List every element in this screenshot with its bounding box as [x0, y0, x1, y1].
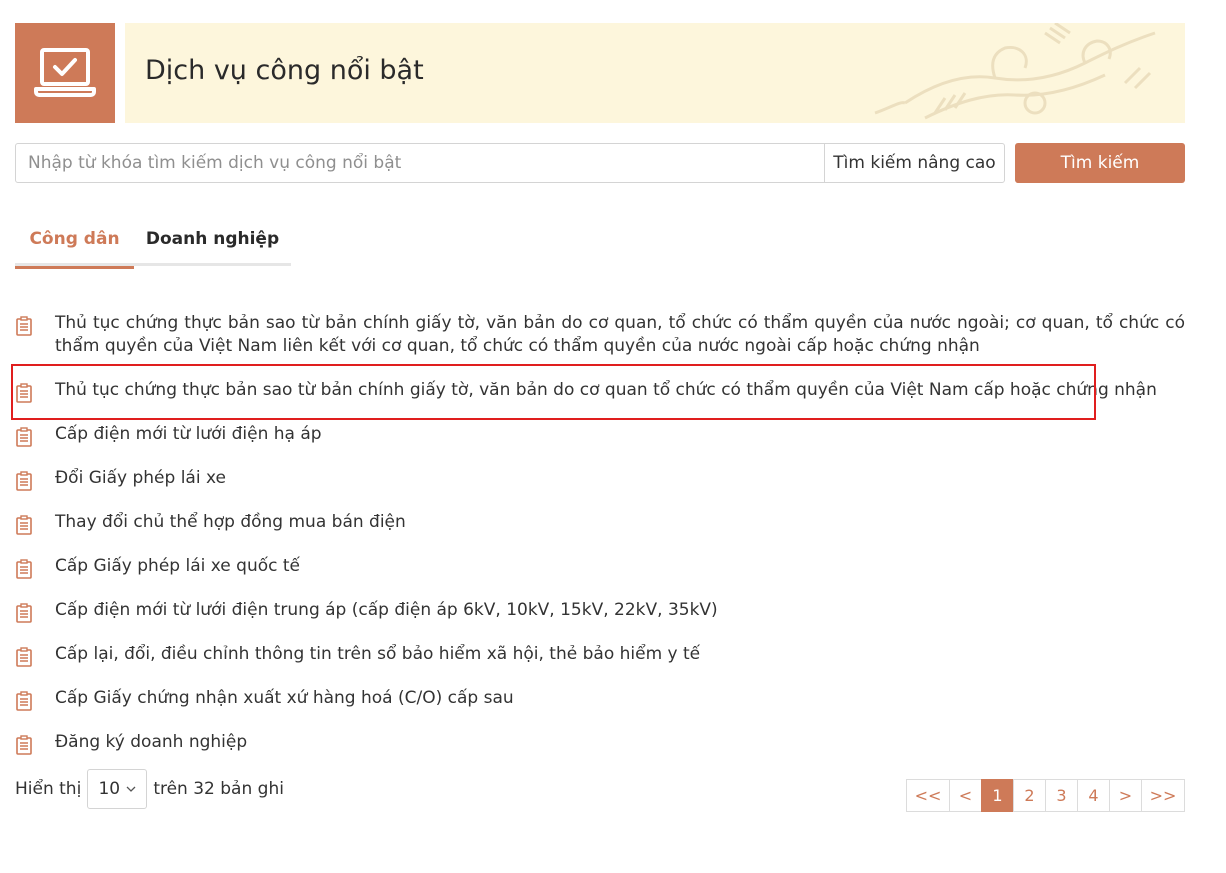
chevron-down-icon	[126, 786, 136, 792]
header-banner: Dịch vụ công nổi bật	[125, 23, 1185, 123]
service-title: Cấp điện mới từ lưới điện hạ áp	[55, 424, 322, 444]
laptop-check-icon	[34, 48, 96, 97]
search-input[interactable]	[16, 144, 824, 182]
list-item[interactable]: Thủ tục chứng thực bản sao từ bản chính …	[15, 312, 1185, 358]
document-list-icon	[15, 599, 55, 628]
service-title: Cấp Giấy chứng nhận xuất xứ hàng hoá (C/…	[55, 688, 514, 708]
last-page-button[interactable]: >>	[1141, 779, 1185, 812]
service-title: Thủ tục chứng thực bản sao từ bản chính …	[55, 313, 1185, 356]
service-title: Cấp Giấy phép lái xe quốc tế	[55, 556, 300, 576]
pagination: << < 1 2 3 4 > >>	[906, 779, 1185, 812]
page-title: Dịch vụ công nổi bật	[145, 55, 424, 86]
next-page-button[interactable]: >	[1109, 779, 1142, 812]
list-item[interactable]: Cấp Giấy chứng nhận xuất xứ hàng hoá (C/…	[15, 687, 1185, 716]
document-list-icon	[15, 379, 55, 408]
page-button-2[interactable]: 2	[1013, 779, 1046, 812]
page-button-1[interactable]: 1	[981, 779, 1014, 812]
list-item[interactable]: Thủ tục chứng thực bản sao từ bản chính …	[15, 379, 1185, 408]
header-icon-box	[15, 23, 115, 123]
list-item[interactable]: Cấp điện mới từ lưới điện hạ áp	[15, 423, 1185, 452]
tab-cong-dan[interactable]: Công dân	[15, 224, 134, 269]
page-size-control: Hiển thị 10 trên 32 bản ghi	[15, 769, 284, 809]
page-button-4[interactable]: 4	[1077, 779, 1110, 812]
document-list-icon	[15, 731, 55, 760]
tab-doanh-nghiep[interactable]: Doanh nghiệp	[134, 224, 291, 266]
prev-page-button[interactable]: <	[949, 779, 982, 812]
search-button[interactable]: Tìm kiếm	[1015, 143, 1185, 183]
category-tabs: Công dân Doanh nghiệp	[15, 224, 291, 269]
first-page-button[interactable]: <<	[906, 779, 950, 812]
service-title: Đổi Giấy phép lái xe	[55, 468, 226, 488]
page-button-3[interactable]: 3	[1045, 779, 1078, 812]
service-title: Thay đổi chủ thể hợp đồng mua bán điện	[55, 512, 406, 532]
document-list-icon	[15, 687, 55, 716]
bird-pattern-decoration	[874, 23, 1156, 120]
list-item[interactable]: Thay đổi chủ thể hợp đồng mua bán điện	[15, 511, 1185, 540]
search-bar: Tìm kiếm nâng cao	[15, 143, 1005, 183]
service-title: Thủ tục chứng thực bản sao từ bản chính …	[55, 380, 1157, 400]
advanced-search-button[interactable]: Tìm kiếm nâng cao	[824, 144, 1004, 182]
document-list-icon	[15, 555, 55, 584]
document-list-icon	[15, 467, 55, 496]
service-title: Đăng ký doanh nghiệp	[55, 732, 248, 752]
service-title: Cấp điện mới từ lưới điện trung áp (cấp …	[55, 600, 718, 620]
document-list-icon	[15, 643, 55, 672]
list-item[interactable]: Cấp Giấy phép lái xe quốc tế	[15, 555, 1185, 584]
page-size-select[interactable]: 10	[87, 769, 148, 809]
document-list-icon	[15, 423, 55, 452]
total-records-label: trên 32 bản ghi	[153, 779, 284, 799]
document-list-icon	[15, 511, 55, 540]
page-size-value: 10	[98, 779, 121, 799]
list-item[interactable]: Đổi Giấy phép lái xe	[15, 467, 1185, 496]
show-label: Hiển thị	[15, 779, 82, 799]
document-list-icon	[15, 312, 55, 358]
list-item[interactable]: Cấp lại, đổi, điều chỉnh thông tin trên …	[15, 643, 1185, 672]
list-item[interactable]: Đăng ký doanh nghiệp	[15, 731, 1185, 760]
list-item[interactable]: Cấp điện mới từ lưới điện trung áp (cấp …	[15, 599, 1185, 628]
service-title: Cấp lại, đổi, điều chỉnh thông tin trên …	[55, 644, 701, 664]
